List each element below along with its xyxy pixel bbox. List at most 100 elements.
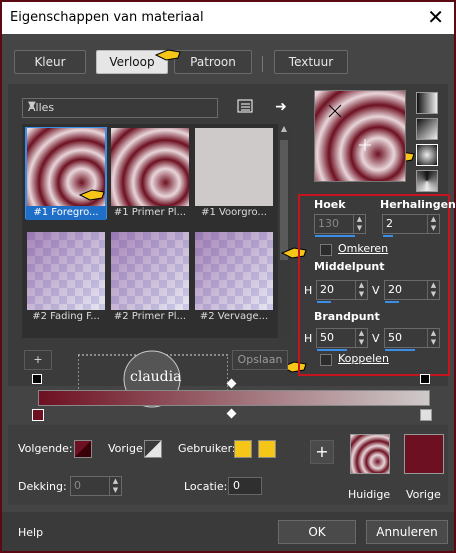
color-midpoint-icon[interactable]	[226, 408, 237, 419]
brandpunt-h-spinner[interactable]: 50 ▲ ▼	[316, 328, 368, 351]
herhalingen-spinner[interactable]: 2 ▲ ▼	[382, 214, 440, 237]
hand-pointer-icon	[154, 49, 181, 61]
middelpunt-v-spinner[interactable]: 20 ▲ ▼	[384, 280, 440, 303]
vorige-label: Vorige:	[108, 442, 147, 455]
top-right-stop-icon[interactable]	[420, 374, 430, 384]
custom-swatch[interactable]	[258, 440, 276, 458]
gradient-editor-bar[interactable]	[38, 390, 430, 406]
sunburst-gradient-type-icon[interactable]	[416, 170, 438, 192]
koppelen-label: Koppelen	[338, 352, 389, 365]
mid-h-label: H	[304, 284, 313, 297]
spin-arrows-icon[interactable]: ▲ ▼	[427, 329, 439, 347]
middelpunt-h-spinner[interactable]: 20 ▲ ▼	[316, 280, 368, 303]
mid-v-label: V	[372, 284, 380, 297]
gradient-thumbnail	[195, 232, 273, 310]
gradient-library: #1 Foregro... #1 Primer Pl... #1 Voorgro…	[22, 124, 278, 338]
help-link[interactable]: Help	[18, 526, 43, 539]
color-stop-start-icon[interactable]	[32, 409, 44, 421]
ok-button[interactable]: OK	[278, 520, 356, 544]
library-list-icon[interactable]	[236, 98, 254, 116]
dekking-value: 0	[74, 479, 81, 492]
gradient-thumbnail	[111, 128, 189, 206]
crosshair-icon	[328, 104, 371, 151]
linear-gradient-type-icon[interactable]	[416, 92, 438, 114]
middelpunt-h-value: 20	[320, 283, 334, 296]
window-title: Eigenschappen van materiaal	[10, 10, 204, 25]
tab-kleur[interactable]: Kleur	[14, 50, 86, 74]
volgende-label: Volgende:	[18, 442, 73, 455]
tab-textuur[interactable]: Textuur	[274, 50, 348, 74]
color-stop-end-icon[interactable]	[420, 409, 432, 421]
hand-pointer-icon	[78, 189, 105, 201]
scrollbar-thumb[interactable]	[280, 140, 288, 260]
locatie-field[interactable]: 0	[228, 477, 262, 495]
brandpunt-v-slider[interactable]	[385, 349, 415, 351]
tab-bar: Kleur Verloop Patroon Textuur	[2, 34, 454, 84]
arrow-right-icon[interactable]: ➜	[272, 98, 290, 116]
vorige-swatch[interactable]	[144, 440, 162, 458]
spin-arrows-icon[interactable]: ▲ ▼	[355, 281, 367, 299]
spin-arrows-icon[interactable]: ▲ ▼	[427, 215, 439, 233]
watermark-text: claudia	[130, 369, 182, 385]
spin-arrows-icon[interactable]: ▲ ▼	[109, 477, 121, 495]
brandpunt-v-spinner[interactable]: 50 ▲ ▼	[384, 328, 440, 351]
add-gradient-button[interactable]: +	[24, 350, 52, 370]
volgende-swatch[interactable]	[74, 440, 92, 458]
gebruiker-swatch[interactable]	[234, 440, 252, 458]
huidige-swatch[interactable]	[350, 434, 390, 474]
tab-separator	[262, 56, 263, 72]
list-item[interactable]: #1 Foregro...	[25, 127, 107, 220]
cancel-button[interactable]: Annuleren	[366, 520, 448, 544]
dekking-spinner[interactable]: 0 ▲ ▼	[70, 476, 122, 496]
spin-arrows-icon[interactable]: ▲ ▼	[353, 215, 365, 233]
middelpunt-h-slider[interactable]	[317, 301, 331, 303]
dekking-label: Dekking:	[18, 480, 67, 493]
chevron-down-icon: ▼	[28, 100, 36, 111]
tab-patroon[interactable]: Patroon	[174, 50, 252, 74]
thumbnail-caption: #1 Foregro...	[26, 206, 106, 220]
top-left-stop-icon[interactable]	[32, 374, 42, 384]
list-item[interactable]: #2 Primer Pl...	[110, 232, 190, 322]
gradient-thumbnail	[111, 232, 189, 310]
herhalingen-value: 2	[386, 217, 393, 230]
category-dropdown[interactable]: Alles ▼	[22, 98, 218, 118]
focus-h-label: H	[304, 332, 313, 345]
hoek-value: 130	[318, 217, 339, 230]
list-item[interactable]: #2 Vervage...	[194, 232, 274, 322]
herhalingen-label: Herhalingen	[380, 198, 456, 211]
huidige-label: Huidige	[348, 488, 391, 501]
locatie-label: Locatie:	[184, 480, 228, 493]
rectangular-gradient-type-icon[interactable]	[416, 118, 438, 140]
library-scrollbar[interactable]: ▲	[278, 124, 290, 338]
herhalingen-slider[interactable]	[383, 235, 393, 237]
close-icon[interactable]: ✕	[427, 6, 444, 28]
brandpunt-h-slider[interactable]	[317, 349, 347, 351]
gradient-preview[interactable]	[314, 90, 406, 182]
material-properties-dialog: Eigenschappen van materiaal ✕ Kleur Verl…	[0, 0, 456, 553]
middelpunt-v-value: 20	[388, 283, 402, 296]
omkeren-checkbox[interactable]	[320, 244, 332, 256]
koppelen-checkbox[interactable]	[320, 354, 332, 366]
scroll-up-icon[interactable]: ▲	[278, 124, 290, 136]
spin-arrows-icon[interactable]: ▲ ▼	[355, 329, 367, 347]
list-item[interactable]: #1 Voorgro...	[194, 128, 274, 218]
hoek-slider[interactable]	[315, 235, 355, 237]
thumbnail-caption: #2 Fading F...	[32, 311, 100, 322]
brandpunt-h-value: 50	[320, 331, 334, 344]
focus-v-label: V	[372, 332, 380, 345]
thumbnail-caption: #1 Primer Pl...	[113, 207, 187, 218]
gradient-thumbnail	[195, 128, 273, 206]
add-swatch-button[interactable]: +	[310, 440, 334, 464]
radial-gradient-type-icon[interactable]	[416, 144, 438, 166]
list-item[interactable]: #2 Fading F...	[26, 232, 106, 322]
thumbnail-caption: #2 Primer Pl...	[113, 311, 187, 322]
thumbnail-caption: #1 Voorgro...	[201, 207, 267, 218]
middelpunt-v-slider[interactable]	[385, 301, 399, 303]
save-button[interactable]: Opslaan	[232, 350, 288, 370]
hoek-spinner[interactable]: 130 ▲ ▼	[314, 214, 366, 237]
spin-arrows-icon[interactable]: ▲ ▼	[427, 281, 439, 299]
list-item[interactable]: #1 Primer Pl...	[110, 128, 190, 218]
gradient-thumbnail	[27, 232, 105, 310]
vorige-big-swatch[interactable]	[404, 434, 444, 474]
vorige-big-label: Vorige	[406, 488, 441, 501]
